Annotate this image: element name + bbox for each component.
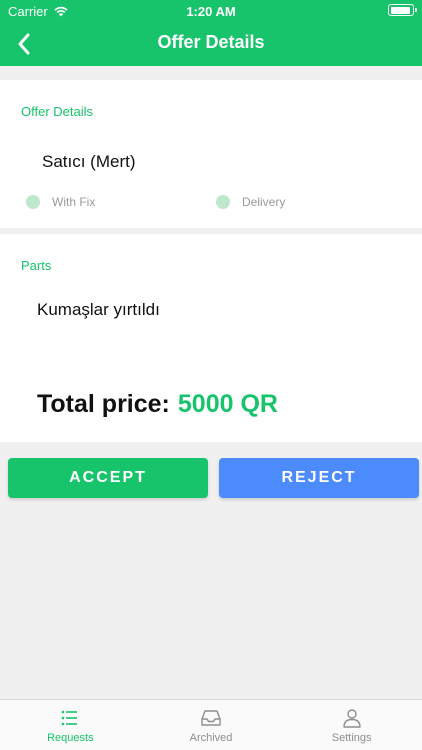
option-with-fix[interactable]: With Fix bbox=[26, 195, 95, 209]
nav-bar: Offer Details bbox=[0, 22, 422, 66]
status-bar: Carrier 1:20 AM bbox=[0, 0, 422, 22]
header: Carrier 1:20 AM Offer Details bbox=[0, 0, 422, 66]
battery-icon bbox=[388, 4, 417, 16]
option-delivery[interactable]: Delivery bbox=[216, 195, 285, 209]
offer-details-card: Offer Details Satıcı (Mert) With Fix Del… bbox=[0, 80, 422, 228]
tab-label: Requests bbox=[47, 732, 94, 744]
offer-section-title: Offer Details bbox=[21, 104, 94, 119]
radio-icon bbox=[216, 195, 230, 209]
person-icon bbox=[342, 709, 361, 728]
parts-section-title: Parts bbox=[21, 258, 52, 273]
tab-label: Settings bbox=[331, 732, 372, 744]
parts-description: Kumaşlar yırtıldı bbox=[37, 300, 160, 319]
inbox-icon bbox=[201, 710, 221, 726]
tab-bar: Requests Archived Settings bbox=[0, 699, 422, 750]
list-icon bbox=[62, 710, 78, 726]
option-label: With Fix bbox=[52, 195, 96, 209]
tab-label: Archived bbox=[189, 732, 233, 744]
clock: 1:20 AM bbox=[186, 4, 236, 19]
accept-button[interactable]: ACCEPT bbox=[8, 458, 208, 498]
page-title: Offer Details bbox=[157, 32, 265, 52]
parts-card: Parts Kumaşlar yırtıldı Total price: 500… bbox=[0, 234, 422, 442]
tab-archived[interactable]: Archived bbox=[141, 700, 282, 750]
seller-name: Satıcı (Mert) bbox=[42, 152, 136, 171]
tab-settings[interactable]: Settings bbox=[281, 700, 422, 750]
tab-requests[interactable]: Requests bbox=[0, 700, 141, 750]
radio-icon bbox=[26, 195, 40, 209]
total-price-value: 5000 QR bbox=[177, 390, 278, 418]
option-label: Delivery bbox=[242, 195, 286, 209]
total-price-label: Total price: bbox=[37, 390, 170, 418]
total-price: Total price: 5000 QR bbox=[37, 390, 278, 419]
reject-button[interactable]: REJECT bbox=[219, 458, 419, 498]
